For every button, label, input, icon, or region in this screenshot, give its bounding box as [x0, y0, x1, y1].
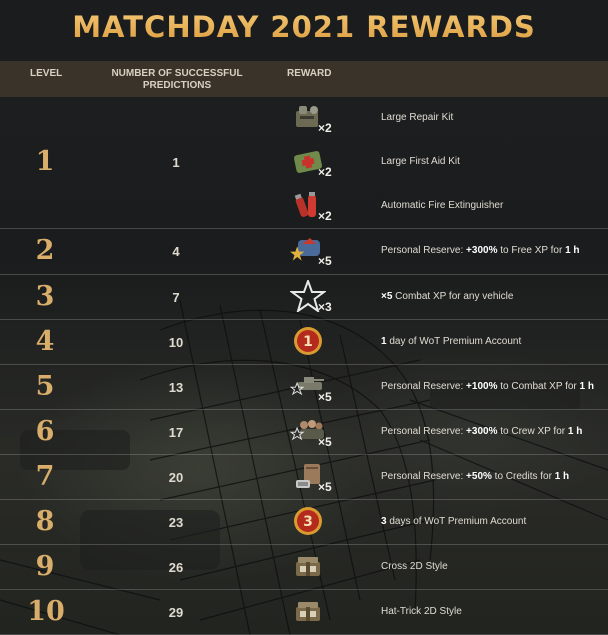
table-row: 4 10 1 1 day of WoT Premium Account: [0, 320, 608, 365]
reward-value-bold: 1 h: [554, 470, 570, 482]
reward-value-bold: +50%: [466, 470, 492, 482]
table-row: 5 13 ×5 Personal Reserve: +100% to Combat X…: [0, 365, 608, 410]
reward-text: Personal Reserve:: [381, 470, 467, 482]
level-number: 1: [35, 146, 55, 177]
reward-description: Large First Aid Kit: [381, 156, 460, 167]
reward-value-bold: +300%: [466, 425, 498, 437]
style-crate-icon: [290, 595, 326, 627]
reward-multiplier: ×5: [318, 254, 332, 268]
reward-text: Hat-Trick 2D Style: [381, 605, 462, 617]
reward-text: to Combat XP for: [497, 380, 580, 392]
reward-text: Personal Reserve:: [381, 245, 467, 256]
reward-text: Personal Reserve:: [381, 380, 467, 392]
reward-text: Large First Aid Kit: [381, 156, 460, 167]
table-row: 10 29 Hat-Trick 2D Style: [0, 590, 608, 635]
predictions-count: 26: [168, 559, 184, 575]
level-number: 6: [35, 415, 55, 447]
reward-description: Personal Reserve: +100% to Combat XP for…: [381, 381, 594, 392]
table-row: 3 7 ×3 ×5 Combat XP for any vehicle: [0, 275, 608, 320]
header-predictions: NUMBER OF SUCCESSFUL PREDICTIONS: [111, 68, 243, 91]
header-reward: REWARD: [287, 68, 332, 79]
predictions-count: 7: [172, 289, 180, 305]
reward-text: to Credits for: [491, 470, 555, 482]
level-number: 2: [35, 235, 55, 266]
reward-description: 1 day of WoT Premium Account: [381, 336, 521, 347]
reward-value-bold: 1 h: [579, 380, 594, 392]
reward-value-bold: +100%: [466, 380, 498, 392]
predictions-count: 20: [168, 469, 184, 485]
title-bar: MATCHDAY 2021 REWARDS: [0, 0, 608, 61]
level-number: 3: [35, 280, 55, 312]
table-row: 7 20 ×5 Personal Reserve: +50% to Credits f…: [0, 455, 608, 500]
reward-description: Personal Reserve: +50% to Credits for 1 …: [381, 471, 569, 482]
table-row: 6 17 ×5 Personal Reserve: +300% to Crew XP …: [0, 410, 608, 455]
predictions-count: 23: [168, 514, 184, 530]
level-number: 5: [35, 370, 55, 402]
reward-multiplier: ×5: [318, 479, 332, 494]
table-row: 1 1 ×2 Large Repair Kit ×2 Large First Aid Ki…: [0, 97, 608, 229]
level-number: 9: [35, 550, 55, 582]
reward-text: Combat XP for any vehicle: [392, 290, 514, 302]
reward-text: Personal Reserve:: [381, 425, 467, 437]
predictions-count: 4: [172, 244, 180, 259]
level-number: 7: [35, 460, 55, 492]
reward-multiplier: ×3: [318, 299, 332, 314]
reward-description: Cross 2D Style: [381, 561, 448, 572]
page-title: MATCHDAY 2021 REWARDS: [0, 10, 608, 44]
premium-day-3-icon: 3: [290, 505, 326, 537]
reward-description: Personal Reserve: +300% to Free XP for 1…: [381, 245, 580, 256]
table-row: 9 26 Cross 2D Style: [0, 545, 608, 590]
svg-text:1: 1: [303, 334, 313, 350]
reward-description: Large Repair Kit: [381, 112, 453, 123]
reward-text: days of WoT Premium Account: [386, 515, 527, 527]
reward-text: to Free XP for: [497, 245, 566, 256]
predictions-count: 29: [168, 604, 184, 620]
reward-multiplier: ×2: [318, 209, 332, 223]
reward-value-bold: +300%: [466, 245, 498, 256]
reward-text: day of WoT Premium Account: [386, 335, 522, 347]
reward-text: to Crew XP for: [497, 425, 568, 437]
style-crate-icon: [290, 550, 326, 582]
reward-value-bold: 1 h: [565, 245, 580, 256]
reward-description: ×5 Combat XP for any vehicle: [381, 291, 513, 302]
premium-day-1-icon: 1: [290, 325, 326, 357]
table-row: 2 4 ×5 Personal Reserve: +300% to Free XP f…: [0, 229, 608, 275]
reward-description: Hat-Trick 2D Style: [381, 606, 462, 617]
reward-multiplier: ×2: [318, 165, 332, 179]
reward-text: Large Repair Kit: [381, 112, 454, 123]
predictions-count: 17: [168, 424, 184, 440]
level-number: 4: [35, 325, 55, 357]
reward-text: Cross 2D Style: [381, 560, 448, 572]
reward-description: Personal Reserve: +300% to Crew XP for 1…: [381, 426, 582, 437]
reward-text: Automatic Fire Extinguisher: [381, 200, 504, 211]
reward-value-bold: ×5: [381, 290, 393, 302]
table-row: 8 23 3 3 days of WoT Premium Account: [0, 500, 608, 545]
reward-multiplier: ×2: [318, 121, 332, 135]
reward-description: Automatic Fire Extinguisher: [381, 200, 503, 211]
reward-multiplier: ×5: [318, 434, 332, 449]
level-number: 8: [35, 505, 55, 537]
table-header: LEVEL NUMBER OF SUCCESSFUL PREDICTIONS R…: [0, 61, 608, 97]
predictions-count: 10: [168, 334, 184, 350]
header-level: LEVEL: [30, 68, 63, 79]
predictions-count: 1: [172, 155, 180, 170]
level-number: 10: [27, 595, 65, 627]
svg-text:3: 3: [303, 514, 313, 530]
reward-description: 3 days of WoT Premium Account: [381, 516, 526, 527]
predictions-count: 13: [168, 379, 184, 395]
reward-value-bold: 1 h: [567, 425, 583, 437]
reward-multiplier: ×5: [318, 389, 332, 404]
